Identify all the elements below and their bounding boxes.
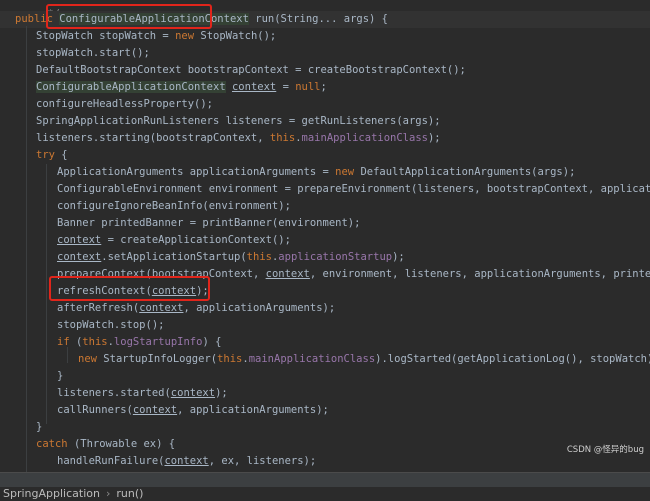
code-token: ); <box>427 132 441 144</box>
code-token: ).logStarted(getApplicationLog(), stopWa… <box>375 353 650 365</box>
code-token: configureHeadlessProperty(); <box>36 98 214 110</box>
code-token: ); <box>215 387 228 399</box>
code-line[interactable]: new StartupInfoLogger(this.mainApplicati… <box>0 351 650 368</box>
code-line[interactable]: ConfigurableApplicationContext context =… <box>0 79 650 96</box>
code-token: DefaultBootstrapContext bootstrapContext… <box>36 64 466 76</box>
code-token: this <box>246 251 272 263</box>
code-token: , ex, listeners); <box>208 455 317 467</box>
code-token: (Throwable ex) { <box>73 438 176 450</box>
code-token: Banner printedBanner = printBanner(envir… <box>57 217 361 229</box>
code-line[interactable]: stopWatch.stop(); <box>0 317 650 334</box>
code-line[interactable]: context = createApplicationContext(); <box>0 232 650 249</box>
code-token: this <box>82 336 108 348</box>
code-token: ) { <box>202 336 222 348</box>
code-token: context <box>164 455 209 467</box>
code-line[interactable]: configureIgnoreBeanInfo(environment); <box>0 198 650 215</box>
code-token: SpringApplicationRunListeners listeners … <box>36 115 441 127</box>
breadcrumb-method[interactable]: run() <box>116 487 143 501</box>
breadcrumb-class[interactable]: SpringApplication <box>3 487 100 501</box>
code-line[interactable]: afterRefresh(context, applicationArgumen… <box>0 300 650 317</box>
code-line[interactable]: SpringApplicationRunListeners listeners … <box>0 113 650 130</box>
code-token: new <box>335 166 361 178</box>
code-token: = createApplicationContext(); <box>101 234 291 246</box>
code-token: mainApplicationClass <box>301 132 428 144</box>
code-token: ); <box>392 251 405 263</box>
breadcrumb-separator-icon: › <box>105 487 111 500</box>
code-token: listeners.starting(bootstrapContext, <box>36 132 270 144</box>
code-token: stopWatch.start(); <box>36 47 150 59</box>
code-token: .setApplicationStartup( <box>101 251 247 263</box>
code-line[interactable]: Banner printedBanner = printBanner(envir… <box>0 215 650 232</box>
code-line[interactable]: callRunners(context, applicationArgument… <box>0 402 650 419</box>
code-token: configureIgnoreBeanInfo(environment); <box>57 200 291 212</box>
code-token: catch <box>36 438 74 450</box>
code-line[interactable]: ConfigurableEnvironment environment = pr… <box>0 181 650 198</box>
code-token: mainApplicationClass <box>248 353 376 365</box>
code-line[interactable]: listeners.starting(bootstrapContext, thi… <box>0 130 650 147</box>
code-token: new <box>175 30 201 42</box>
code-line[interactable]: handleRunFailure(context, ex, listeners)… <box>0 453 650 470</box>
code-token: ; <box>320 81 327 93</box>
code-line[interactable]: try { <box>0 147 650 164</box>
code-token: context <box>231 81 277 93</box>
code-token: , environment, listeners, applicationArg… <box>309 268 650 280</box>
indent-guide <box>26 26 27 472</box>
code-line[interactable]: if (this.logStartupInfo) { <box>0 334 650 351</box>
code-token: context <box>265 268 310 280</box>
code-line[interactable]: configureHeadlessProperty(); <box>0 96 650 113</box>
code-line[interactable]: context.setApplicationStartup(this.appli… <box>0 249 650 266</box>
watermark: CSDN @怪异的bug <box>566 445 644 455</box>
code-token: { <box>61 149 68 161</box>
code-token: context <box>57 251 102 263</box>
code-token: ApplicationArguments applicationArgument… <box>57 166 336 178</box>
code-line[interactable]: catch (Throwable ex) { <box>0 436 650 453</box>
code-token: try <box>36 149 62 161</box>
code-token: afterRefresh( <box>57 302 140 314</box>
code-token: logStartupInfo <box>113 336 203 348</box>
highlight-box-return-type <box>46 4 212 29</box>
code-editor[interactable]: */ public ConfigurableApplicationContext… <box>0 0 650 472</box>
code-token: handleRunFailure( <box>57 455 165 467</box>
code-token: context <box>57 234 102 246</box>
code-token: this <box>217 353 243 365</box>
breadcrumb: SpringApplication › run() <box>0 472 650 500</box>
code-line[interactable]: StopWatch stopWatch = new StopWatch(); <box>0 28 650 45</box>
code-line[interactable]: ApplicationArguments applicationArgument… <box>0 164 650 181</box>
code-token: = <box>276 81 296 93</box>
code-token: ConfigurableEnvironment environment = pr… <box>57 183 650 195</box>
code-token: stopWatch.stop(); <box>57 319 165 331</box>
code-token: , applicationArguments); <box>183 302 336 314</box>
code-line[interactable]: } <box>0 419 650 436</box>
code-token: context <box>139 302 184 314</box>
code-line[interactable]: } <box>0 368 650 385</box>
code-token: StartupInfoLogger( <box>103 353 218 365</box>
code-token: applicationStartup <box>278 251 393 263</box>
indent-guide <box>67 347 68 363</box>
code-token: StopWatch(); <box>200 30 277 42</box>
code-token: callRunners( <box>57 404 133 416</box>
code-token: context <box>132 404 178 416</box>
code-token: this <box>269 132 296 144</box>
highlight-box-refresh-context <box>49 276 210 301</box>
indent-guide <box>46 164 47 424</box>
code-token: listeners.started( <box>57 387 171 399</box>
code-line[interactable]: stopWatch.start(); <box>0 45 650 62</box>
code-line[interactable]: listeners.started(context); <box>0 385 650 402</box>
code-token: StopWatch stopWatch = <box>36 30 176 42</box>
code-token: DefaultApplicationArguments(args); <box>360 166 576 178</box>
code-token: } <box>57 370 64 382</box>
code-token: , applicationArguments); <box>177 404 329 416</box>
code-token: run(String... args) { <box>248 13 388 25</box>
code-token: ConfigurableApplicationContext <box>36 81 226 93</box>
code-token: new <box>78 353 104 365</box>
code-token: } <box>36 421 43 433</box>
code-token: context <box>170 387 216 399</box>
code-line[interactable]: DefaultBootstrapContext bootstrapContext… <box>0 62 650 79</box>
code-token: null <box>295 81 321 93</box>
